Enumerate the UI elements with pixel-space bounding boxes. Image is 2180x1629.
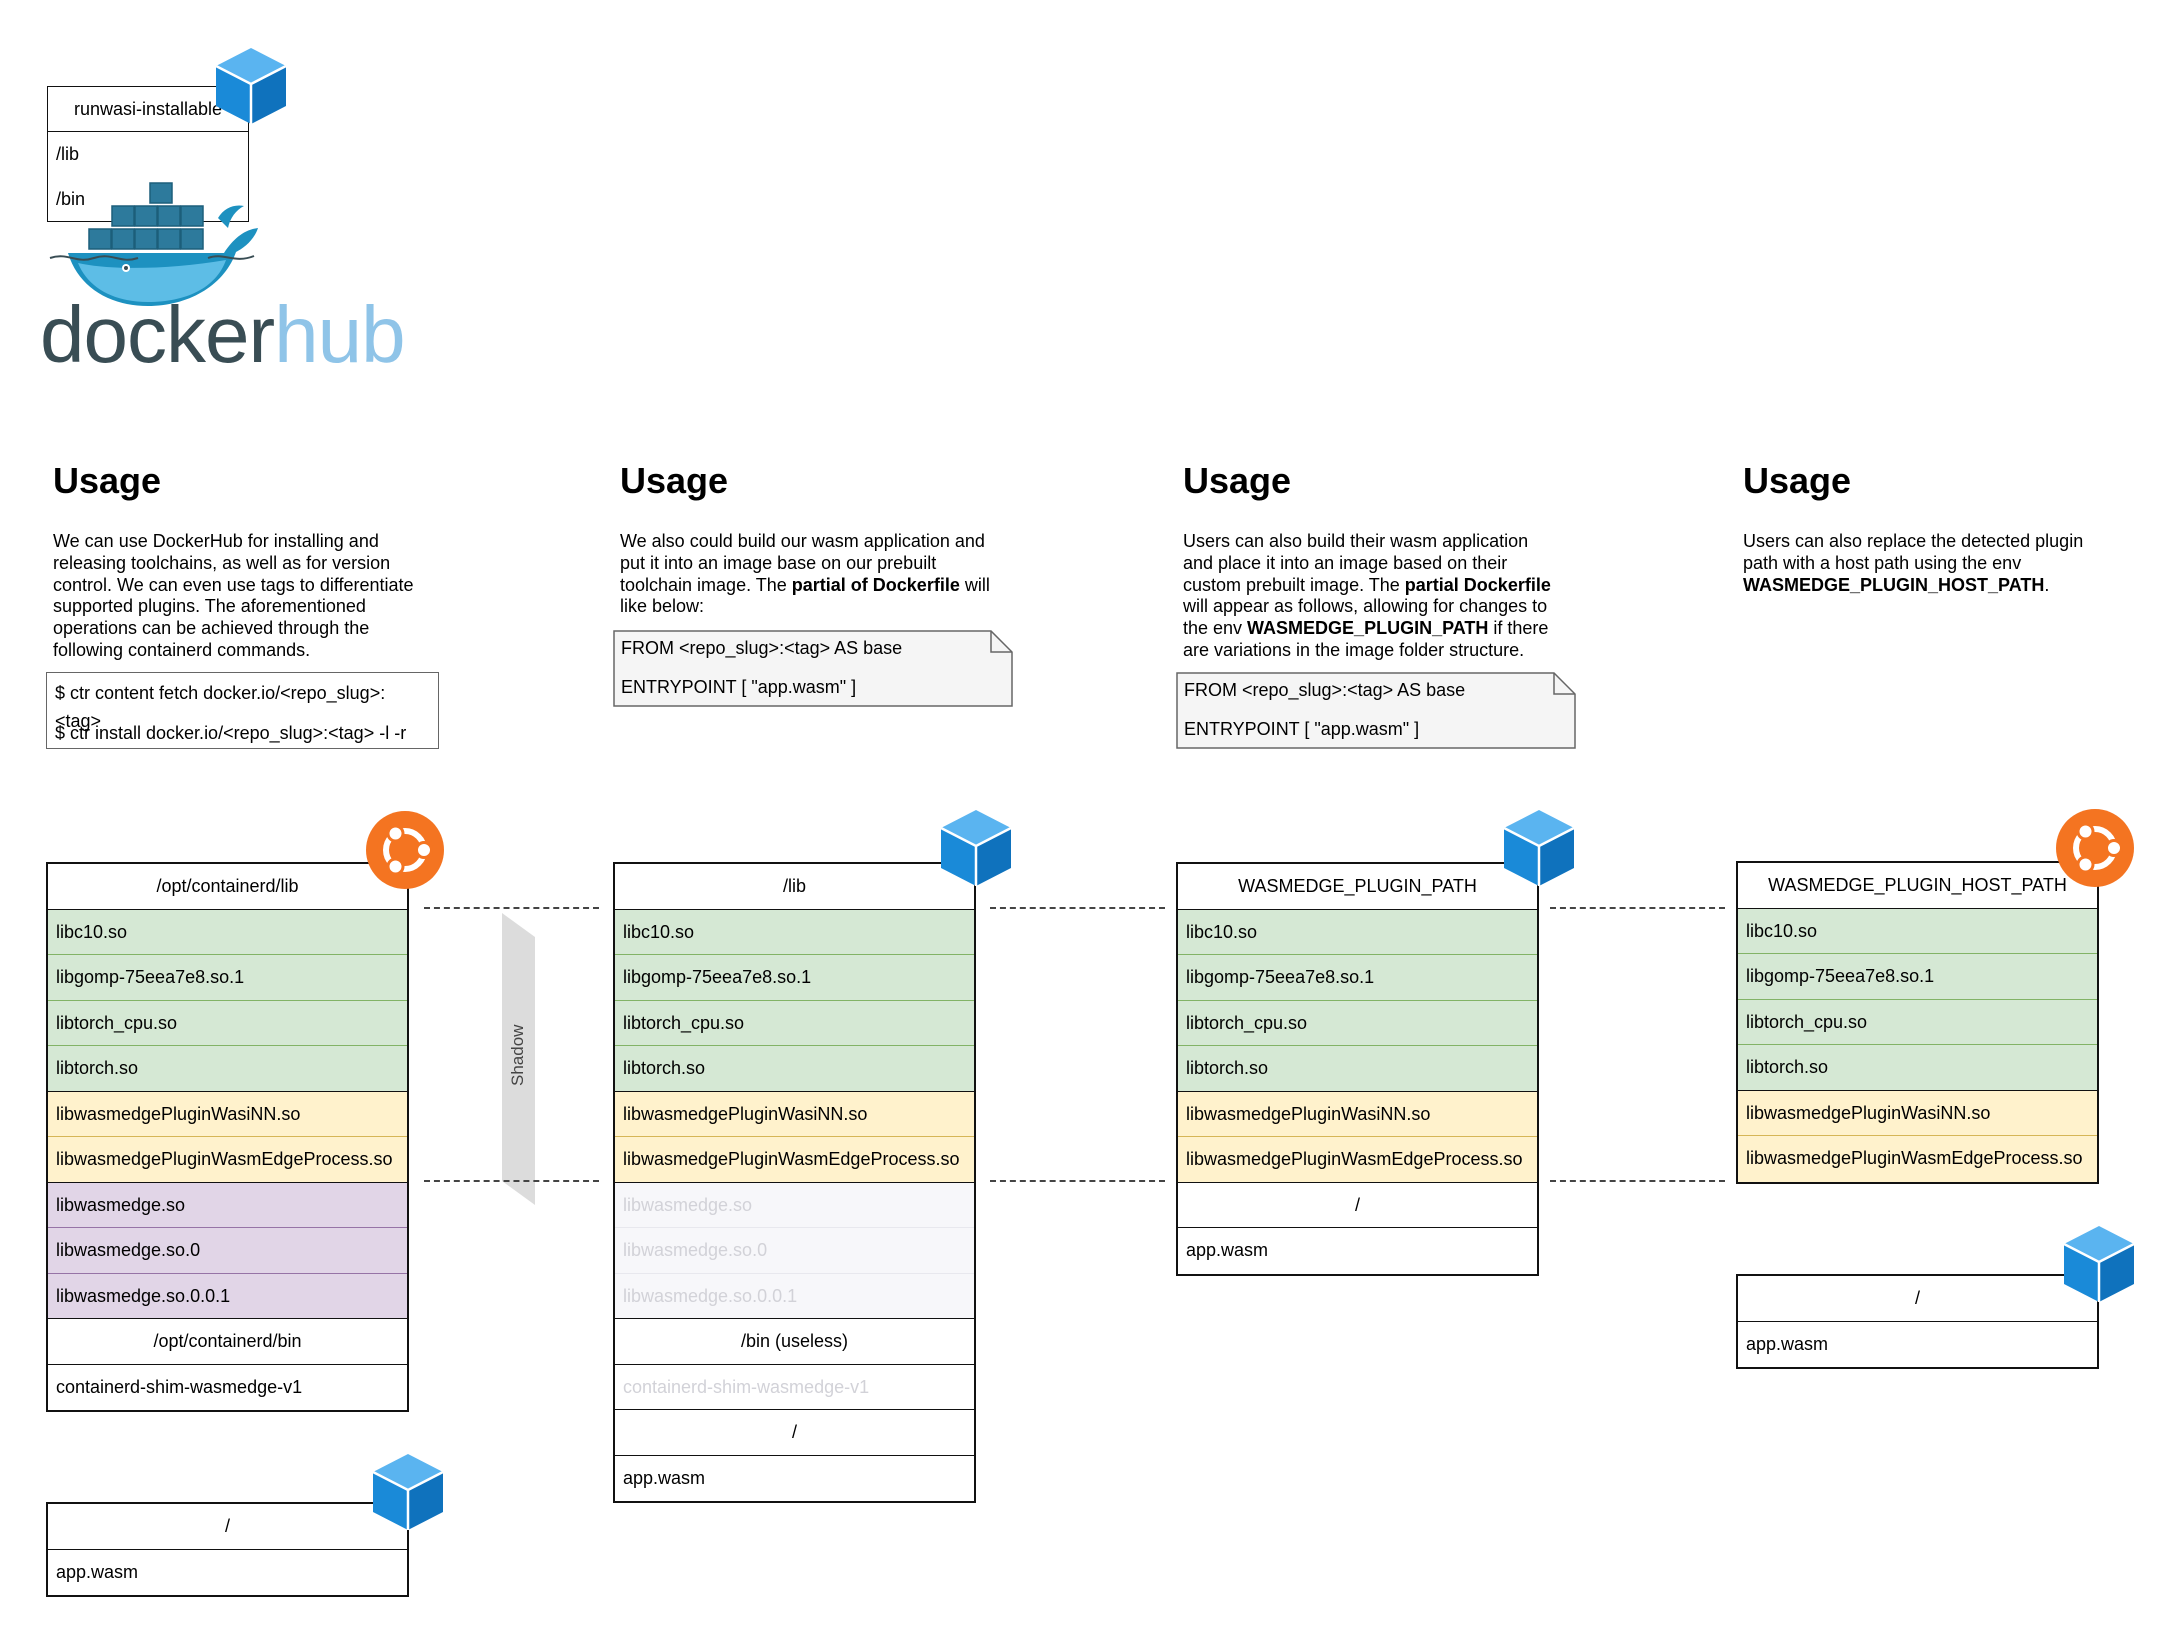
dockerfile-note-2: FROM <repo_slug>:<tag> AS base ENTRYPOIN…	[1176, 672, 1576, 749]
containerd-bin-header: /opt/containerd/bin	[48, 1319, 407, 1365]
lib-row: libtorch.so	[615, 1046, 974, 1092]
lib-row: libgomp-75eea7e8.so.1	[1738, 954, 2097, 1000]
lib-row: libtorch_cpu.so	[1738, 999, 2097, 1045]
image-lib-header: /lib	[615, 864, 974, 910]
app-wasm-row: app.wasm	[623, 1467, 706, 1488]
usage-heading-2: Usage	[620, 460, 729, 501]
containerd-lib-table: /opt/containerd/lib libc10.so libgomp-75…	[46, 862, 409, 1412]
app-wasm-row: app.wasm	[1186, 1240, 1269, 1260]
lib-row: libtorch.so	[1178, 1046, 1537, 1092]
dockerhub-wordmark: dockerhub	[40, 290, 406, 380]
dashed-connector	[990, 1180, 1165, 1182]
lib-row: libtorch_cpu.so	[48, 1000, 407, 1046]
cube-icon	[939, 808, 1013, 888]
app-root-header: /	[48, 1504, 407, 1550]
ubuntu-icon	[365, 810, 445, 890]
dockerfile-from-line: FROM <repo_slug>:<tag> AS base	[1184, 680, 1466, 700]
shadowed-lib-row: libwasmedge.so	[615, 1182, 974, 1228]
dockerhub-word-hub: hub	[274, 290, 405, 379]
dockerhub-word-docker: docker	[40, 290, 275, 379]
shadowed-lib-row: libwasmedge.so.0.0.1	[615, 1273, 974, 1319]
runwasi-lib-row: /lib	[56, 144, 80, 164]
lib-row: libgomp-75eea7e8.so.1	[48, 955, 407, 1001]
lib-row: libtorch.so	[1738, 1045, 2097, 1091]
wasmedge-lib-row: libwasmedge.so	[48, 1182, 407, 1228]
lib-row: libtorch_cpu.so	[615, 1000, 974, 1046]
wasmedge-lib-row: libwasmedge.so.0	[48, 1228, 407, 1274]
cube-icon	[214, 46, 288, 126]
plugin-row: libwasmedgePluginWasmEdgeProcess.so	[1178, 1137, 1537, 1183]
containerd-lib-header: /opt/containerd/lib	[48, 864, 407, 910]
cube-icon	[2062, 1224, 2136, 1304]
command-install: $ ctr install docker.io/<repo_slug>:<tag…	[55, 723, 407, 743]
usage-paragraph-3: Users can also build their wasm applicat…	[1183, 531, 1551, 660]
dockerfile-entrypoint-line: ENTRYPOINT [ "app.wasm" ]	[1184, 719, 1420, 739]
usage-heading-4: Usage	[1743, 460, 1852, 501]
plugin-row: libwasmedgePluginWasiNN.so	[1738, 1090, 2097, 1136]
plugin-row: libwasmedgePluginWasmEdgeProcess.so	[48, 1137, 407, 1183]
dashed-connector	[1550, 1180, 1725, 1182]
plugin-row: libwasmedgePluginWasiNN.so	[615, 1091, 974, 1137]
app-root-header: /	[1738, 1276, 2097, 1322]
app-wasm-row: app.wasm	[1746, 1333, 1829, 1354]
image-root-header: /	[1178, 1183, 1537, 1228]
usage-paragraph-1: We can use DockerHub for installing and …	[53, 531, 414, 660]
lib-row: libc10.so	[48, 909, 407, 955]
lib-row: libc10.so	[1738, 908, 2097, 954]
dockerfile-entrypoint-line: ENTRYPOINT [ "app.wasm" ]	[621, 677, 857, 697]
lib-row: libgomp-75eea7e8.so.1	[1178, 955, 1537, 1001]
lib-row: libtorch_cpu.so	[1178, 1000, 1537, 1046]
plugin-host-path-table: WASMEDGE_PLUGIN_HOST_PATH libc10.so libg…	[1736, 861, 2099, 1184]
plugin-host-path-header: WASMEDGE_PLUGIN_HOST_PATH	[1738, 863, 2097, 909]
plugin-row: libwasmedgePluginWasmEdgeProcess.so	[615, 1137, 974, 1183]
wasmedge-lib-row: libwasmedge.so.0.0.1	[48, 1273, 407, 1319]
plugin-path-header: WASMEDGE_PLUGIN_PATH	[1178, 864, 1537, 910]
shim-row: containerd-shim-wasmedge-v1	[56, 1376, 303, 1397]
cube-icon	[371, 1452, 445, 1532]
lib-row: libc10.so	[1178, 909, 1537, 955]
dashed-connector	[424, 1180, 599, 1182]
shadowed-shim-row: containerd-shim-wasmedge-v1	[615, 1365, 974, 1410]
dashed-connector	[1550, 907, 1725, 909]
ubuntu-icon	[2055, 808, 2135, 888]
dashed-connector	[990, 907, 1165, 909]
dockerfile-note-1: FROM <repo_slug>:<tag> AS base ENTRYPOIN…	[613, 630, 1013, 707]
image-bin-header: /bin (useless)	[615, 1319, 974, 1365]
lib-row: libgomp-75eea7e8.so.1	[615, 955, 974, 1001]
lib-row: libc10.so	[615, 909, 974, 955]
usage-heading-3: Usage	[1183, 460, 1292, 501]
command-fetch: $ ctr content fetch docker.io/<repo_slug…	[55, 683, 386, 731]
usage-heading-1: Usage	[53, 460, 162, 501]
plugin-row: libwasmedgePluginWasmEdgeProcess.so	[1738, 1136, 2097, 1182]
plugin-row: libwasmedgePluginWasiNN.so	[48, 1091, 407, 1137]
dashed-connector	[424, 907, 599, 909]
shadowed-lib-row: libwasmedge.so.0	[615, 1228, 974, 1274]
commands-box: $ ctr content fetch docker.io/<repo_slug…	[46, 672, 439, 749]
app-root-table-1: / app.wasm	[46, 1502, 409, 1597]
docker-whale-icon	[49, 182, 258, 306]
usage-paragraph-4: Users can also replace the detected plug…	[1743, 531, 2084, 595]
app-wasm-row: app.wasm	[56, 1561, 139, 1582]
cube-icon	[1502, 808, 1576, 888]
dockerfile-from-line: FROM <repo_slug>:<tag> AS base	[621, 638, 903, 658]
lib-row: libtorch.so	[48, 1046, 407, 1092]
image-root-header: /	[615, 1410, 974, 1456]
app-root-table-4: / app.wasm	[1736, 1274, 2099, 1369]
usage-paragraph-2: We also could build our wasm application…	[620, 531, 990, 617]
shadow-label: Shadow	[508, 1024, 527, 1086]
image-lib-table: /lib libc10.so libgomp-75eea7e8.so.1 lib…	[613, 862, 976, 1503]
plugin-row: libwasmedgePluginWasiNN.so	[1178, 1091, 1537, 1137]
plugin-path-table: WASMEDGE_PLUGIN_PATH libc10.so libgomp-7…	[1176, 862, 1539, 1276]
